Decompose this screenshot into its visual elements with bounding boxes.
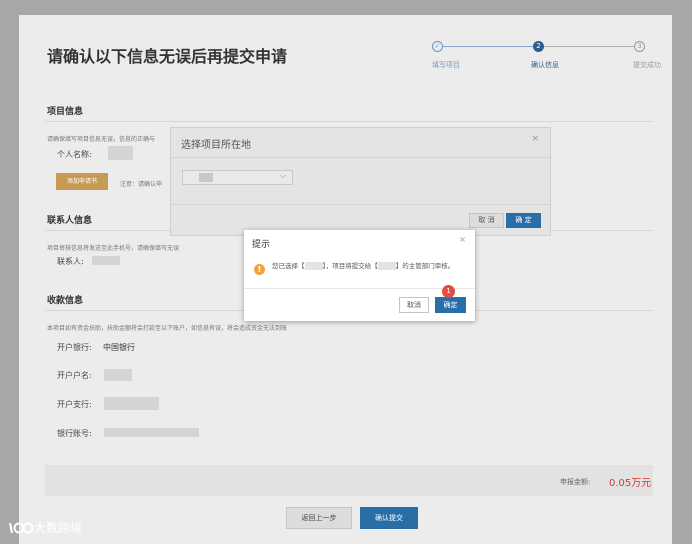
- chevron-down-icon: ⌵: [279, 171, 286, 180]
- project-info-heading: 项目信息: [47, 107, 84, 117]
- account-number-label: 银行账号:: [57, 429, 92, 438]
- personal-name-label: 个人名称:: [57, 150, 92, 159]
- step-3-indicator: 3: [634, 41, 645, 52]
- watermark-logo-icon: [9, 522, 34, 534]
- step-1-check-icon: ✓: [432, 41, 443, 52]
- amount-value: 0.05万元: [609, 478, 652, 489]
- message-text: 】，项目将提交给【: [322, 262, 378, 270]
- step-2-label: 确认信息: [531, 61, 559, 69]
- close-icon[interactable]: ×: [531, 134, 539, 144]
- close-icon[interactable]: ×: [459, 235, 466, 244]
- amount-summary-bar: 申报金额: 0.05万元: [45, 465, 653, 496]
- contact-value: [92, 256, 120, 265]
- message-text: 】的主管部门审核。: [395, 262, 455, 270]
- warning-icon: !: [254, 264, 265, 275]
- step-3-label: 提交成功: [633, 61, 661, 69]
- step-connector: [443, 46, 533, 47]
- section-divider: [45, 121, 653, 122]
- message-text: 您已选择【: [272, 262, 305, 270]
- account-name-label: 开户户名:: [57, 371, 92, 380]
- selected-location-value: [199, 173, 213, 182]
- account-number-value: [104, 428, 199, 437]
- personal-name-value: [108, 146, 133, 160]
- progress-stepper: ✓ 2 3 填写项目 确认信息 提交成功: [0, 0, 692, 80]
- bank-value: 中国银行: [103, 343, 135, 352]
- confirm-dialog: 提示 × ! 您已选择【 】，项目将提交给【 】的主管部门审核。 取消 确定: [244, 230, 475, 321]
- add-application-button[interactable]: 添加申请书: [56, 173, 108, 190]
- selected-location-value: [304, 262, 323, 270]
- payment-info-heading: 收款信息: [47, 296, 84, 306]
- location-dialog-divider: [171, 204, 550, 205]
- amount-label: 申报金额:: [560, 478, 591, 486]
- location-dialog-header: 选择项目所在地 ×: [171, 128, 550, 158]
- contact-label: 联系人:: [57, 257, 84, 266]
- branch-label: 开户支行:: [57, 400, 92, 409]
- confirm-message: 您已选择【 】，项目将提交给【 】的主管部门审核。: [272, 260, 467, 272]
- tutorial-step-badge: 1: [442, 285, 455, 298]
- location-select[interactable]: ⌵: [182, 170, 293, 185]
- department-value: [377, 262, 396, 270]
- watermark-logo: 大数跨境: [8, 518, 88, 538]
- step-1-label: 填写项目: [432, 61, 460, 69]
- location-dialog-title: 选择项目所在地: [181, 140, 251, 151]
- account-name-value: [104, 369, 132, 381]
- location-dialog: 选择项目所在地 × ⌵ 取 消 确 定: [170, 127, 551, 236]
- step-2-indicator: 2: [533, 41, 544, 52]
- project-info-hint: 请确保填写项目信息无误，信息的正确与: [47, 136, 156, 143]
- payment-info-hint: 本项目如有资金扶助，扶助金额将会打款至以下账户，如信息有误，将会造成资金无法到账: [47, 325, 288, 332]
- back-button[interactable]: 返回上一步: [286, 507, 352, 529]
- confirm-dialog-divider: [244, 288, 475, 289]
- location-cancel-button[interactable]: 取 消: [469, 213, 504, 228]
- confirm-dialog-title: 提示: [252, 240, 271, 250]
- step-connector: [544, 46, 634, 47]
- bank-label: 开户银行:: [57, 343, 92, 352]
- confirm-ok-button[interactable]: 确定: [435, 297, 466, 313]
- upload-note: 注意：请确认申: [120, 181, 163, 188]
- location-ok-button[interactable]: 确 定: [506, 213, 541, 228]
- contact-info-heading: 联系人信息: [47, 216, 93, 226]
- contact-info-hint: 项目审核信息将发送至此手机号，请确保填写无误: [47, 245, 180, 252]
- submit-button[interactable]: 确认提交: [360, 507, 418, 529]
- confirm-cancel-button[interactable]: 取消: [399, 297, 429, 313]
- watermark-text: 大数跨境: [34, 521, 83, 535]
- branch-value: [104, 397, 159, 410]
